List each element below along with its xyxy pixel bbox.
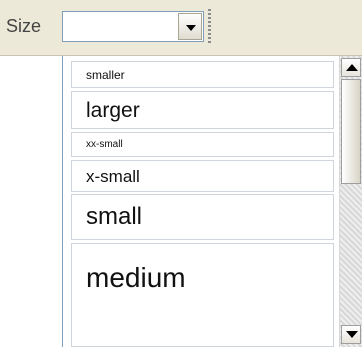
size-option-small[interactable]: small (71, 194, 334, 240)
dropdown-scrollbar[interactable] (339, 56, 362, 347)
scroll-thumb[interactable] (341, 79, 361, 184)
arrow-down-icon (346, 331, 358, 338)
size-option-x-small[interactable]: x-small (71, 160, 334, 192)
size-label: Size (6, 16, 42, 36)
size-dropdown-button[interactable] (178, 13, 202, 40)
toolbar: Size (0, 0, 362, 56)
size-option-medium[interactable]: medium (71, 243, 334, 347)
scroll-down-button[interactable] (341, 325, 361, 344)
chevron-down-icon (186, 25, 196, 31)
size-dropdown-list: smaller larger xx-small x-small small me… (62, 56, 362, 347)
size-option-larger[interactable]: larger (71, 91, 334, 129)
size-option-smaller[interactable]: smaller (71, 61, 334, 88)
grip-icon[interactable] (208, 9, 211, 43)
arrow-up-icon (346, 64, 358, 71)
size-option-xx-small[interactable]: xx-small (71, 132, 334, 157)
size-combobox[interactable] (62, 11, 204, 42)
scroll-up-button[interactable] (341, 58, 361, 77)
